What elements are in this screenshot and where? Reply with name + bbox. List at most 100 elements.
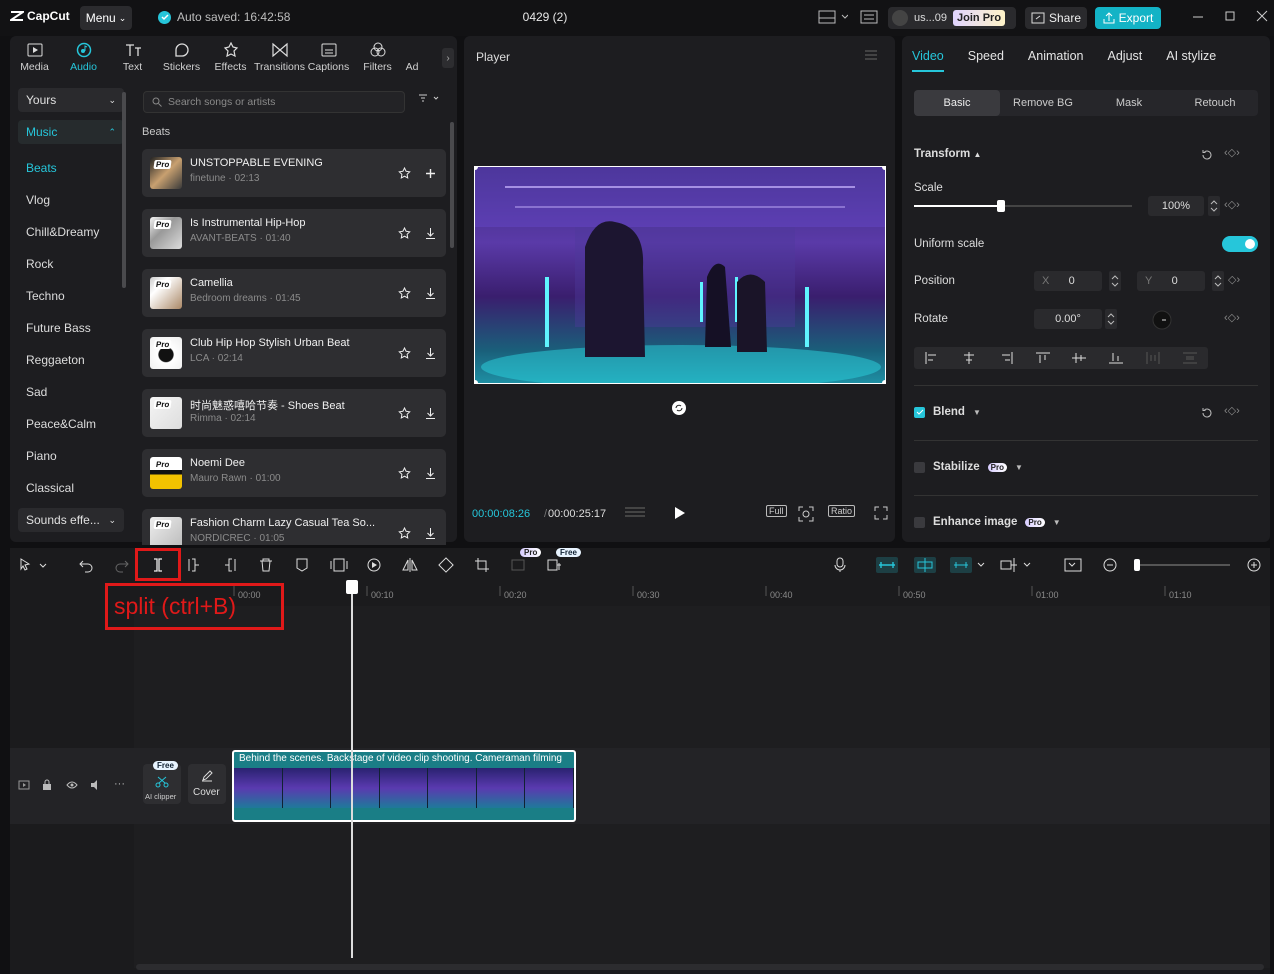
category-music[interactable]: Music ⌃ [18,120,124,144]
align-bottom-icon[interactable] [1109,352,1124,364]
favorite-icon[interactable] [396,165,412,181]
align-top-icon[interactable] [1035,352,1050,364]
zoom-in-icon[interactable] [1246,557,1264,573]
position-y-input[interactable]: Y 0 [1137,271,1205,291]
favorite-icon[interactable] [396,405,412,421]
tab-text[interactable]: Text [108,36,157,76]
favorite-icon[interactable] [396,285,412,301]
tab-adjust[interactable]: Ad [402,36,422,76]
subtab-remove-bg[interactable]: Remove BG [1000,90,1086,116]
tab-captions[interactable]: Captions [304,36,353,76]
tab-stickers[interactable]: Stickers [157,36,206,76]
tabs-scroll-right-icon[interactable]: › [442,48,454,68]
play-button[interactable] [672,506,686,520]
layout-icon[interactable] [818,10,848,24]
join-pro-badge[interactable]: Join Pro [953,10,1006,26]
full-quality-button[interactable]: Full [766,505,787,517]
song-item[interactable]: Pro Camellia Bedroom dreams · 01:45 [142,269,446,317]
tab-transitions[interactable]: Transitions [254,36,305,76]
marker-icon[interactable] [294,557,312,573]
timeline-scrollbar[interactable] [136,964,1264,970]
project-name[interactable]: 0429 (2) [500,10,590,24]
ai-clipper-button[interactable]: Free AI clipper [143,761,181,804]
favorite-icon[interactable] [396,345,412,361]
song-item[interactable]: Pro Fashion Charm Lazy Casual Tea So... … [142,509,446,545]
category-item-piano[interactable]: Piano [18,440,128,472]
position-y-stepper-icon[interactable] [1212,271,1224,291]
rotate-value-input[interactable]: 0.00° [1034,309,1102,329]
category-item-reggaeton[interactable]: Reggaeton [18,344,128,376]
zoom-slider-thumb[interactable] [1134,559,1140,571]
rotate-stepper-icon[interactable] [1105,309,1117,329]
rotate-clip-icon[interactable] [438,557,456,573]
category-item-vlog[interactable]: Vlog [18,184,128,216]
share-button[interactable]: Share [1025,7,1087,29]
tab-effects[interactable]: Effects [206,36,255,76]
reset-icon[interactable] [1200,406,1214,420]
song-list-scrollbar[interactable] [450,122,454,248]
song-item[interactable]: Pro Noemi Dee Mauro Rawn · 01:00 [142,449,446,497]
crop-icon[interactable] [474,557,492,573]
eye-icon[interactable] [66,780,78,790]
favorite-icon[interactable] [396,225,412,241]
close-icon[interactable] [1256,10,1268,22]
video-preview[interactable] [474,166,886,384]
add-icon[interactable] [422,165,438,181]
category-scrollbar[interactable] [122,92,126,288]
tab-ai-stylize[interactable]: AI stylize [1166,49,1216,63]
auto-snap-icon[interactable] [914,557,936,573]
blend-section[interactable]: Blend ▼ [914,406,981,418]
tab-speed[interactable]: Speed [968,49,1004,63]
microphone-icon[interactable] [832,557,850,573]
scale-stepper-icon[interactable] [1208,196,1220,216]
blend-checkbox[interactable] [914,406,925,418]
category-item-future-bass[interactable]: Future Bass [18,312,128,344]
tab-media[interactable]: Media [10,36,59,76]
tab-video[interactable]: Video [912,49,944,63]
tab-animation[interactable]: Animation [1028,49,1084,63]
reverse-icon[interactable] [366,557,384,573]
rotate-dial-icon[interactable] [1152,310,1172,330]
playhead-handle[interactable] [346,580,358,594]
download-icon[interactable] [422,405,438,421]
category-item-sad[interactable]: Sad [18,376,128,408]
song-item[interactable]: Pro Is Instrumental Hip-Hop AVANT-BEATS … [142,209,446,257]
shortcuts-icon[interactable] [860,10,878,24]
category-yours[interactable]: Yours ⌄ [18,88,124,112]
lock-icon[interactable] [42,779,52,791]
category-item-beats[interactable]: Beats [18,152,128,184]
fullscreen-icon[interactable] [874,506,888,520]
zoom-out-icon[interactable] [1102,557,1120,573]
subtab-retouch[interactable]: Retouch [1172,90,1258,116]
align-right-icon[interactable] [999,352,1013,364]
more-icon[interactable]: ··· [114,778,125,790]
video-clip[interactable]: Behind the scenes. Backstage of video cl… [232,750,576,822]
minimize-icon[interactable] [1192,10,1204,22]
split-right-icon[interactable] [222,557,240,573]
category-item-chill-dreamy[interactable]: Chill&Dreamy [18,216,128,248]
keyframe-icon[interactable]: ‹◇› [1224,404,1240,417]
align-center-vertical-icon[interactable] [1072,352,1087,364]
favorite-icon[interactable] [396,525,412,541]
song-item[interactable]: Pro Club Hip Hop Stylish Urban Beat LCA … [142,329,446,377]
download-icon[interactable] [422,225,438,241]
subtab-mask[interactable]: Mask [1086,90,1172,116]
enhance-image-checkbox[interactable] [914,516,925,528]
position-x-stepper-icon[interactable] [1109,271,1121,291]
freeze-frame-icon[interactable] [330,557,348,573]
keyframe-icon[interactable]: ‹◇› [1224,311,1240,324]
linkage-icon[interactable] [950,557,990,573]
align-center-horizontal-icon[interactable] [962,352,976,364]
export-button[interactable]: Export [1095,7,1161,29]
delete-icon[interactable] [258,557,276,573]
preview-axis-icon[interactable] [1000,557,1036,573]
category-item-rock[interactable]: Rock [18,248,128,280]
playhead[interactable] [351,582,353,958]
tab-audio[interactable]: Audio [59,36,108,76]
enhance-image-section[interactable]: Enhance image Pro ▼ [914,516,1061,528]
uniform-scale-toggle[interactable] [1222,236,1258,252]
audio-icon[interactable] [90,780,102,790]
zoom-to-fit-icon[interactable] [1064,557,1082,573]
stabilize-checkbox[interactable] [914,461,925,473]
user-account[interactable]: us...09 Join Pro [888,7,1016,29]
